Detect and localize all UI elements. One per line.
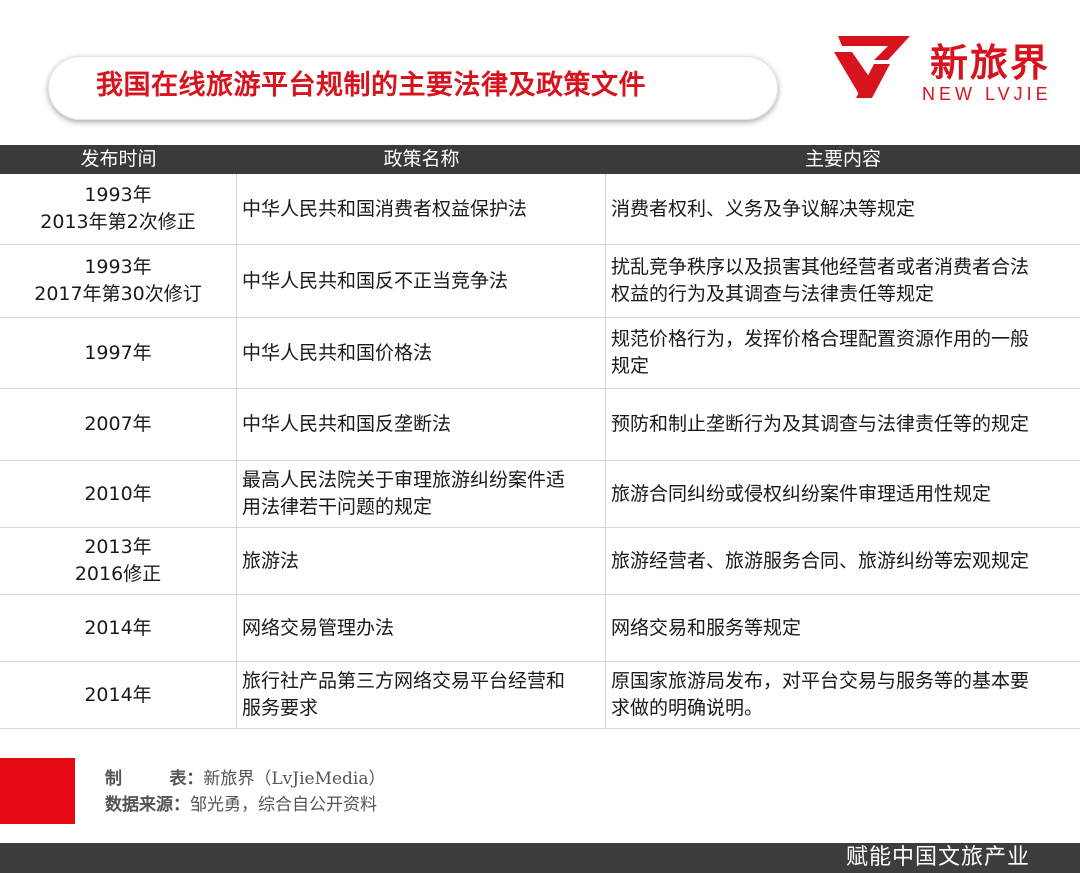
content-cell: 旅游经营者、旅游服务合同、旅游纠纷等宏观规定 (611, 549, 1030, 572)
date-cell: 2014年 (0, 662, 237, 728)
content-cell: 预防和制止垄断行为及其调查与法律责任等的规定 (611, 413, 1030, 435)
policy-name-cell: 中华人民共和国反垄断法 (237, 389, 606, 460)
table-row: 2010年 最高人民法院关于审理旅游纠纷案件适 用法律若干问题的规定 旅游合同纠… (0, 461, 1080, 528)
header-date: 发布时间 (80, 148, 157, 170)
maker-value: 新旅界（LvJieMedia） (203, 769, 386, 789)
maker-label: 制 表： (105, 769, 204, 789)
content-cell: 旅游合同纠纷或侵权纠纷案件审理适用性规定 (611, 482, 992, 505)
data-source-value: 邹光勇，综合自公开资料 (190, 795, 377, 815)
content-cell: 网络交易和服务等规定 (611, 616, 802, 639)
accent-block (0, 758, 75, 824)
table-row: 1997年 中华人民共和国价格法 规范价格行为，发挥价格合理配置资源作用的一般 … (0, 318, 1080, 389)
policy-name-cell: 旅游法 (237, 528, 606, 594)
brand-logo: 新旅界 NEW LVJIE (830, 28, 1060, 108)
table-row: 1993年 2013年第2次修正 中华人民共和国消费者权益保护法 消费者权利、义… (0, 174, 1080, 245)
logo-mark-icon (834, 36, 910, 98)
table-row: 2014年 网络交易管理办法 网络交易和服务等规定 (0, 595, 1080, 662)
date-cell: 2013年 2016修正 (0, 528, 237, 594)
logo-chinese-text: 新旅界 (930, 40, 1051, 85)
policy-name-cell: 中华人民共和国价格法 (237, 318, 606, 388)
table-row: 2014年 旅行社产品第三方网络交易平台经营和 服务要求 原国家旅游局发布，对平… (0, 662, 1080, 729)
content-cell: 扰乱竞争秩序以及损害其他经营者或者消费者合法 权益的行为及其调查与法律责任等规定 (611, 256, 1030, 305)
date-cell: 1997年 (0, 318, 237, 388)
date-cell: 2014年 (0, 595, 237, 661)
date-cell: 2007年 (0, 389, 237, 460)
content-cell: 消费者权利、义务及争议解决等规定 (611, 197, 916, 220)
data-source-line: 数据来源：邹光勇，综合自公开资料 (105, 790, 377, 815)
policy-name-cell: 中华人民共和国反不正当竞争法 (237, 245, 606, 317)
policy-name-cell: 旅行社产品第三方网络交易平台经营和 服务要求 (237, 662, 606, 728)
data-source-label: 数据来源： (105, 795, 190, 815)
policy-name-cell: 网络交易管理办法 (237, 595, 606, 661)
date-cell: 1993年 2017年第30次修订 (0, 245, 237, 317)
content-cell: 规范价格行为，发挥价格合理配置资源作用的一般 规定 (611, 328, 1030, 377)
logo-english-text: NEW LVJIE (922, 84, 1052, 104)
table-row: 2007年 中华人民共和国反垄断法 预防和制止垄断行为及其调查与法律责任等的规定 (0, 389, 1080, 461)
table-row: 2013年 2016修正 旅游法 旅游经营者、旅游服务合同、旅游纠纷等宏观规定 (0, 528, 1080, 595)
header-content: 主要内容 (804, 148, 881, 170)
date-cell: 1993年 2013年第2次修正 (0, 174, 237, 244)
header-policy-name: 政策名称 (383, 148, 460, 170)
policy-table: 发布时间 政策名称 主要内容 1993年 2013年第2次修正 中华人民共和国消… (0, 145, 1080, 729)
policy-name-cell: 最高人民法院关于审理旅游纠纷案件适 用法律若干问题的规定 (237, 461, 606, 527)
maker-line: 制 表：新旅界（LvJieMedia） (105, 764, 386, 789)
table-header: 发布时间 政策名称 主要内容 (0, 145, 1080, 174)
slogan: 赋能中国文旅产业 (845, 845, 1030, 870)
policy-name-cell: 中华人民共和国消费者权益保护法 (237, 174, 606, 244)
bottom-bar: 赋能中国文旅产业 (0, 843, 1080, 873)
page-title: 我国在线旅游平台规制的主要法律及政策文件 (96, 70, 646, 101)
table-row: 1993年 2017年第30次修订 中华人民共和国反不正当竞争法 扰乱竞争秩序以… (0, 245, 1080, 318)
content-cell: 原国家旅游局发布，对平台交易与服务等的基本要 求做的明确说明。 (611, 670, 1030, 719)
date-cell: 2010年 (0, 461, 237, 527)
